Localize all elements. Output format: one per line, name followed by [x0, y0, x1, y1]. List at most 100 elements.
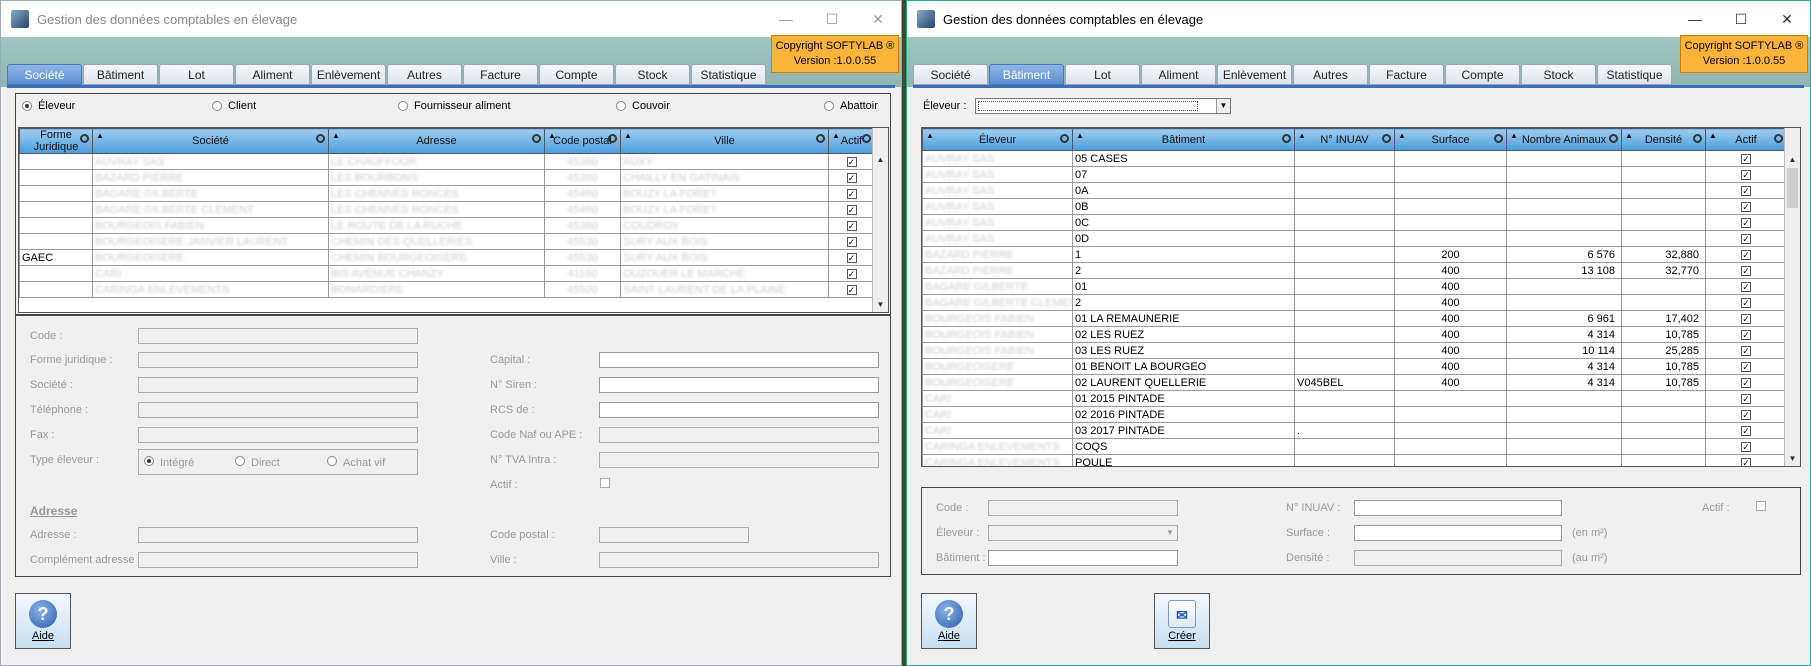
table-row[interactable]: AUVRAY SAS 05 CASES ✓: [922, 150, 1787, 167]
inuav-field[interactable]: [1354, 500, 1562, 516]
actif-checkbox[interactable]: ✓: [1741, 233, 1751, 244]
chevron-down-icon[interactable]: ▼: [1216, 99, 1230, 113]
naf-field[interactable]: [599, 427, 879, 443]
actif-checkbox[interactable]: ✓: [1741, 201, 1751, 212]
actif-checkbox[interactable]: ✓: [1741, 345, 1751, 356]
maximize-icon[interactable]: ☐: [1718, 1, 1764, 37]
search-icon[interactable]: [816, 134, 825, 143]
sort-icon[interactable]: ▲: [1510, 131, 1518, 140]
actif-checkbox[interactable]: ✓: [1741, 281, 1751, 292]
table-row[interactable]: BOURGEOISERE 01 BENOIT LA BOURGEO 400 4 314…: [922, 358, 1787, 375]
actif-checkbox[interactable]: ✓: [1741, 313, 1751, 324]
sort-icon[interactable]: ▲: [548, 131, 556, 140]
table-row[interactable]: AUVRAY SAS 0A ✓: [922, 182, 1787, 199]
scroll-down-icon[interactable]: ▼: [1785, 451, 1800, 466]
scroll-up-icon[interactable]: ▲: [1785, 152, 1800, 167]
tab-4[interactable]: Enlèvement: [311, 64, 386, 85]
siren-field[interactable]: [599, 377, 879, 393]
search-icon[interactable]: [1693, 134, 1702, 143]
sort-icon[interactable]: ▲: [624, 131, 632, 140]
tab-5[interactable]: Autres: [1293, 64, 1368, 85]
tab-5[interactable]: Autres: [387, 64, 462, 85]
surface-field[interactable]: [1354, 525, 1562, 541]
column-header[interactable]: Nombre Animaux ▲: [1506, 128, 1622, 151]
actif-checkbox[interactable]: ✓: [1741, 425, 1751, 436]
actif-checkbox[interactable]: ✓: [1741, 265, 1751, 276]
tab-9[interactable]: Statistique: [1597, 64, 1672, 85]
table-row[interactable]: CARI 02 2016 PINTADE ✓: [922, 406, 1787, 423]
search-icon[interactable]: [1382, 134, 1391, 143]
sort-icon[interactable]: ▲: [1076, 131, 1084, 140]
radio-option[interactable]: Client: [212, 100, 256, 112]
actif-checkbox[interactable]: ✓: [1741, 361, 1751, 372]
actif-checkbox[interactable]: [1756, 501, 1766, 511]
actif-checkbox[interactable]: ✓: [846, 172, 857, 183]
code-field[interactable]: [988, 500, 1178, 516]
table-row[interactable]: CARINGA ENLEVEMENTS BONARDIERE 45520 SAINT …: [19, 281, 875, 298]
chevron-down-icon[interactable]: ▼: [1163, 526, 1177, 540]
table-row[interactable]: BAZARD PIERRE 2 400 13 108 32,770 ✓: [922, 262, 1787, 279]
table-row[interactable]: GAEC BOURGEOISERE CHEMIN BOURGEOISERE 45530…: [19, 249, 875, 266]
table-row[interactable]: CARINGA ENLEVEMENTS COQS ✓: [922, 438, 1787, 455]
societe-field[interactable]: [138, 377, 418, 393]
cp-field[interactable]: [599, 527, 749, 543]
vertical-scrollbar[interactable]: ▲ ▼: [1784, 128, 1800, 466]
sort-icon[interactable]: ▲: [96, 131, 104, 140]
radio-achat-vif[interactable]: Achat vif: [327, 456, 385, 469]
table-row[interactable]: CARI BIS AVENUE CHANZY 41160 OUZOUER LE MAR…: [19, 265, 875, 282]
actif-checkbox[interactable]: ✓: [846, 236, 857, 247]
column-header[interactable]: Surface ▲: [1394, 128, 1507, 151]
radio-option[interactable]: Fournisseur aliment: [398, 100, 511, 112]
tab-1[interactable]: Bâtiment: [83, 64, 158, 85]
batiment-grid[interactable]: Éleveur ▲ Bâtiment ▲ N° INUAV ▲ Surface ▲ Nombre…: [921, 127, 1801, 467]
societe-grid[interactable]: Forme Juridique Société ▲ Adresse ▲ Code post…: [18, 127, 889, 313]
column-header[interactable]: N° INUAV ▲: [1294, 128, 1395, 151]
column-header[interactable]: Ville ▲: [620, 128, 829, 154]
aide-button[interactable]: ? Aide: [15, 593, 71, 649]
column-header[interactable]: Densité ▲: [1621, 128, 1706, 151]
close-icon[interactable]: ✕: [1764, 1, 1810, 37]
search-icon[interactable]: [532, 134, 541, 143]
tab-1[interactable]: Bâtiment: [989, 64, 1064, 85]
actif-checkbox[interactable]: ✓: [846, 188, 857, 199]
tab-7[interactable]: Compte: [1445, 64, 1520, 85]
search-icon[interactable]: [1282, 134, 1291, 143]
table-row[interactable]: AUVRAY SAS 07 ✓: [922, 166, 1787, 183]
column-header[interactable]: Adresse ▲: [328, 128, 545, 154]
tab-0[interactable]: Société: [7, 64, 82, 85]
table-row[interactable]: CARINGA ENLEVEMENTS POULE ✓: [922, 454, 1787, 466]
scroll-up-icon[interactable]: ▲: [873, 152, 888, 167]
column-header[interactable]: Bâtiment ▲: [1072, 128, 1295, 151]
tab-4[interactable]: Enlèvement: [1217, 64, 1292, 85]
table-row[interactable]: BOURGEOISERE JANVIER LAURENT CHEMIN DES Q…: [19, 233, 875, 250]
complement-field[interactable]: [138, 552, 418, 568]
tab-7[interactable]: Compte: [539, 64, 614, 85]
actif-checkbox[interactable]: ✓: [846, 252, 857, 263]
tab-2[interactable]: Lot: [1065, 64, 1140, 85]
radio-option[interactable]: Abattoir: [824, 100, 878, 112]
capital-field[interactable]: [599, 352, 879, 368]
sort-icon[interactable]: ▲: [1298, 131, 1306, 140]
table-row[interactable]: BAZARD PIERRE 1 200 6 576 32,880 ✓: [922, 246, 1787, 263]
sort-icon[interactable]: ▲: [926, 131, 934, 140]
actif-checkbox[interactable]: ✓: [846, 268, 857, 279]
tab-3[interactable]: Aliment: [235, 64, 310, 85]
aide-button[interactable]: ? Aide: [921, 593, 977, 649]
actif-checkbox[interactable]: ✓: [846, 220, 857, 231]
search-icon[interactable]: [1060, 134, 1069, 143]
table-row[interactable]: BAGARE GILBERTE CLEMEN 2 400 ✓: [922, 294, 1787, 311]
table-row[interactable]: CARI 03 2017 PINTADE. ✓: [922, 422, 1787, 439]
table-row[interactable]: AUVRAY SAS LE CHAUFFOUR 45360 AUXY ✓: [19, 153, 875, 170]
column-header[interactable]: Éleveur ▲: [922, 128, 1073, 151]
actif-checkbox[interactable]: ✓: [846, 284, 857, 295]
table-row[interactable]: BOURGEOIS FABIEN 03 LES RUEZ 400 10 114 25,2…: [922, 342, 1787, 359]
tab-8[interactable]: Stock: [1521, 64, 1596, 85]
column-header[interactable]: Forme Juridique: [19, 128, 93, 154]
sort-icon[interactable]: ▲: [1625, 131, 1633, 140]
radio-integre[interactable]: Intégré: [144, 456, 194, 469]
sort-icon[interactable]: ▲: [1398, 131, 1406, 140]
tva-field[interactable]: [599, 452, 879, 468]
tab-8[interactable]: Stock: [615, 64, 690, 85]
tab-0[interactable]: Société: [913, 64, 988, 85]
tab-9[interactable]: Statistique: [691, 64, 766, 85]
